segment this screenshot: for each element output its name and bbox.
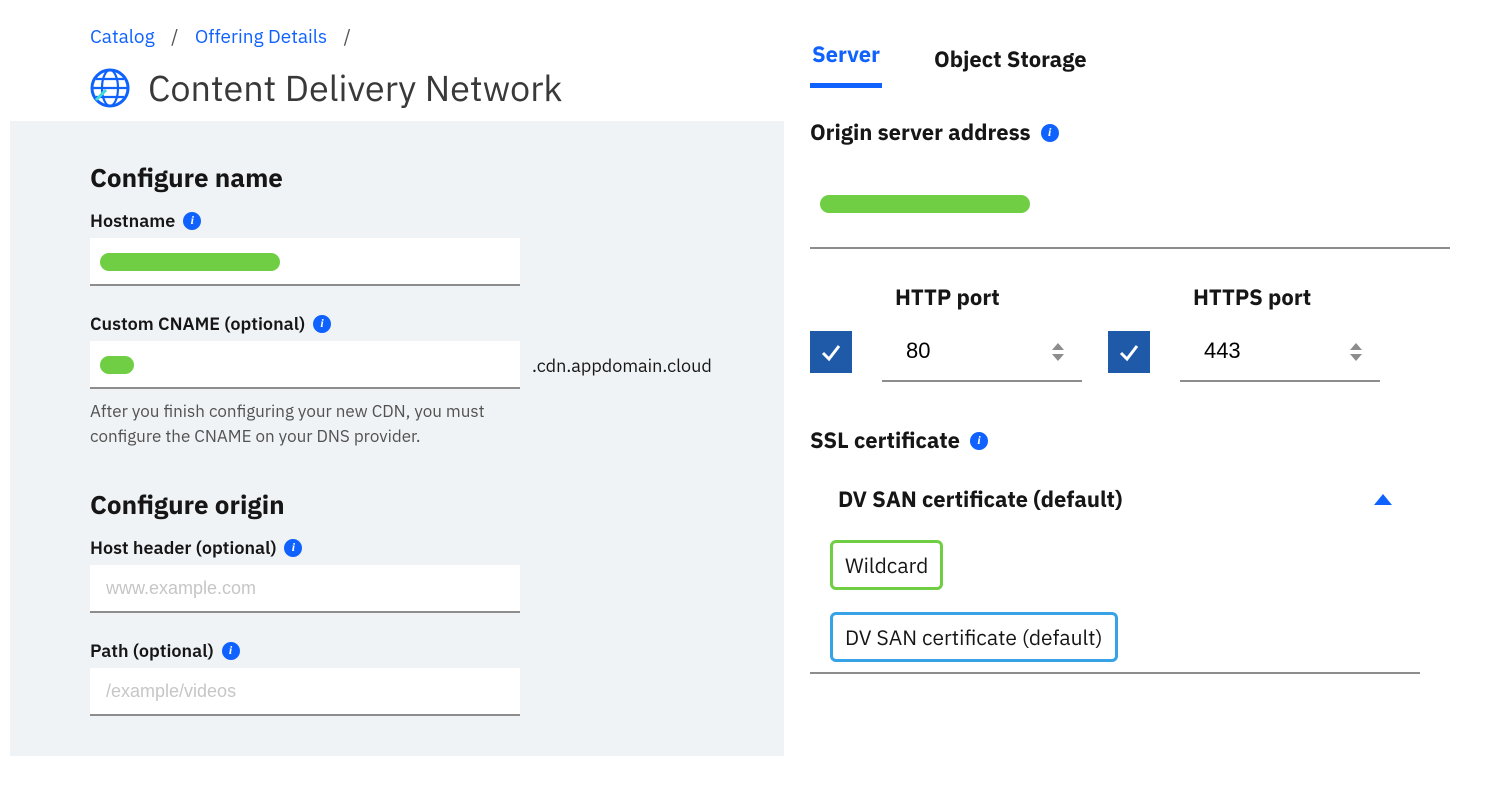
breadcrumb-catalog[interactable]: Catalog [90, 25, 155, 49]
path-input[interactable] [90, 668, 520, 716]
section-configure-origin: Configure origin [90, 488, 724, 522]
https-port-label: HTTPS port [1108, 283, 1380, 312]
info-icon[interactable]: i [284, 539, 302, 557]
hostheader-input[interactable] [90, 565, 520, 613]
page-title: Content Delivery Network [148, 64, 562, 111]
cname-helper: After you finish configuring your new CD… [90, 399, 520, 448]
cdn-globe-icon [90, 68, 130, 108]
info-icon[interactable]: i [970, 432, 988, 450]
tab-object-storage[interactable]: Object Storage [932, 35, 1089, 88]
http-port-label: HTTP port [810, 283, 1082, 312]
info-icon[interactable]: i [183, 212, 201, 230]
info-icon[interactable]: i [1041, 124, 1059, 142]
info-icon[interactable]: i [313, 315, 331, 333]
cname-input[interactable] [90, 341, 520, 389]
https-port-checkbox[interactable] [1108, 331, 1150, 373]
hostheader-label: Host header (optional) [90, 536, 276, 559]
breadcrumb: Catalog / Offering Details / [90, 25, 724, 49]
origin-address-input[interactable] [810, 159, 1450, 249]
breadcrumb-offering[interactable]: Offering Details [195, 25, 327, 49]
path-label: Path (optional) [90, 639, 214, 662]
ssl-selected: DV SAN certificate (default) [838, 485, 1122, 514]
cname-suffix: .cdn.appdomain.cloud [532, 354, 712, 377]
hostname-label: Hostname [90, 209, 175, 232]
breadcrumb-sep: / [332, 25, 363, 49]
ssl-option-wildcard[interactable]: Wildcard [830, 540, 943, 590]
http-port-stepper[interactable] [1040, 322, 1076, 382]
tab-server[interactable]: Server [810, 30, 882, 88]
cname-label: Custom CNAME (optional) [90, 312, 305, 335]
ssl-dropdown[interactable]: DV SAN certificate (default) Wildcard DV… [810, 467, 1420, 674]
ssl-label: SSL certificate [810, 426, 960, 455]
hostname-input[interactable] [90, 238, 520, 286]
ssl-option-dvsan[interactable]: DV SAN certificate (default) [830, 612, 1118, 662]
http-port-checkbox[interactable] [810, 331, 852, 373]
chevron-up-icon [1374, 494, 1392, 505]
info-icon[interactable]: i [222, 642, 240, 660]
section-configure-name: Configure name [90, 161, 724, 195]
origin-address-label: Origin server address [810, 118, 1031, 147]
https-port-stepper[interactable] [1338, 322, 1374, 382]
breadcrumb-sep: / [159, 25, 190, 49]
